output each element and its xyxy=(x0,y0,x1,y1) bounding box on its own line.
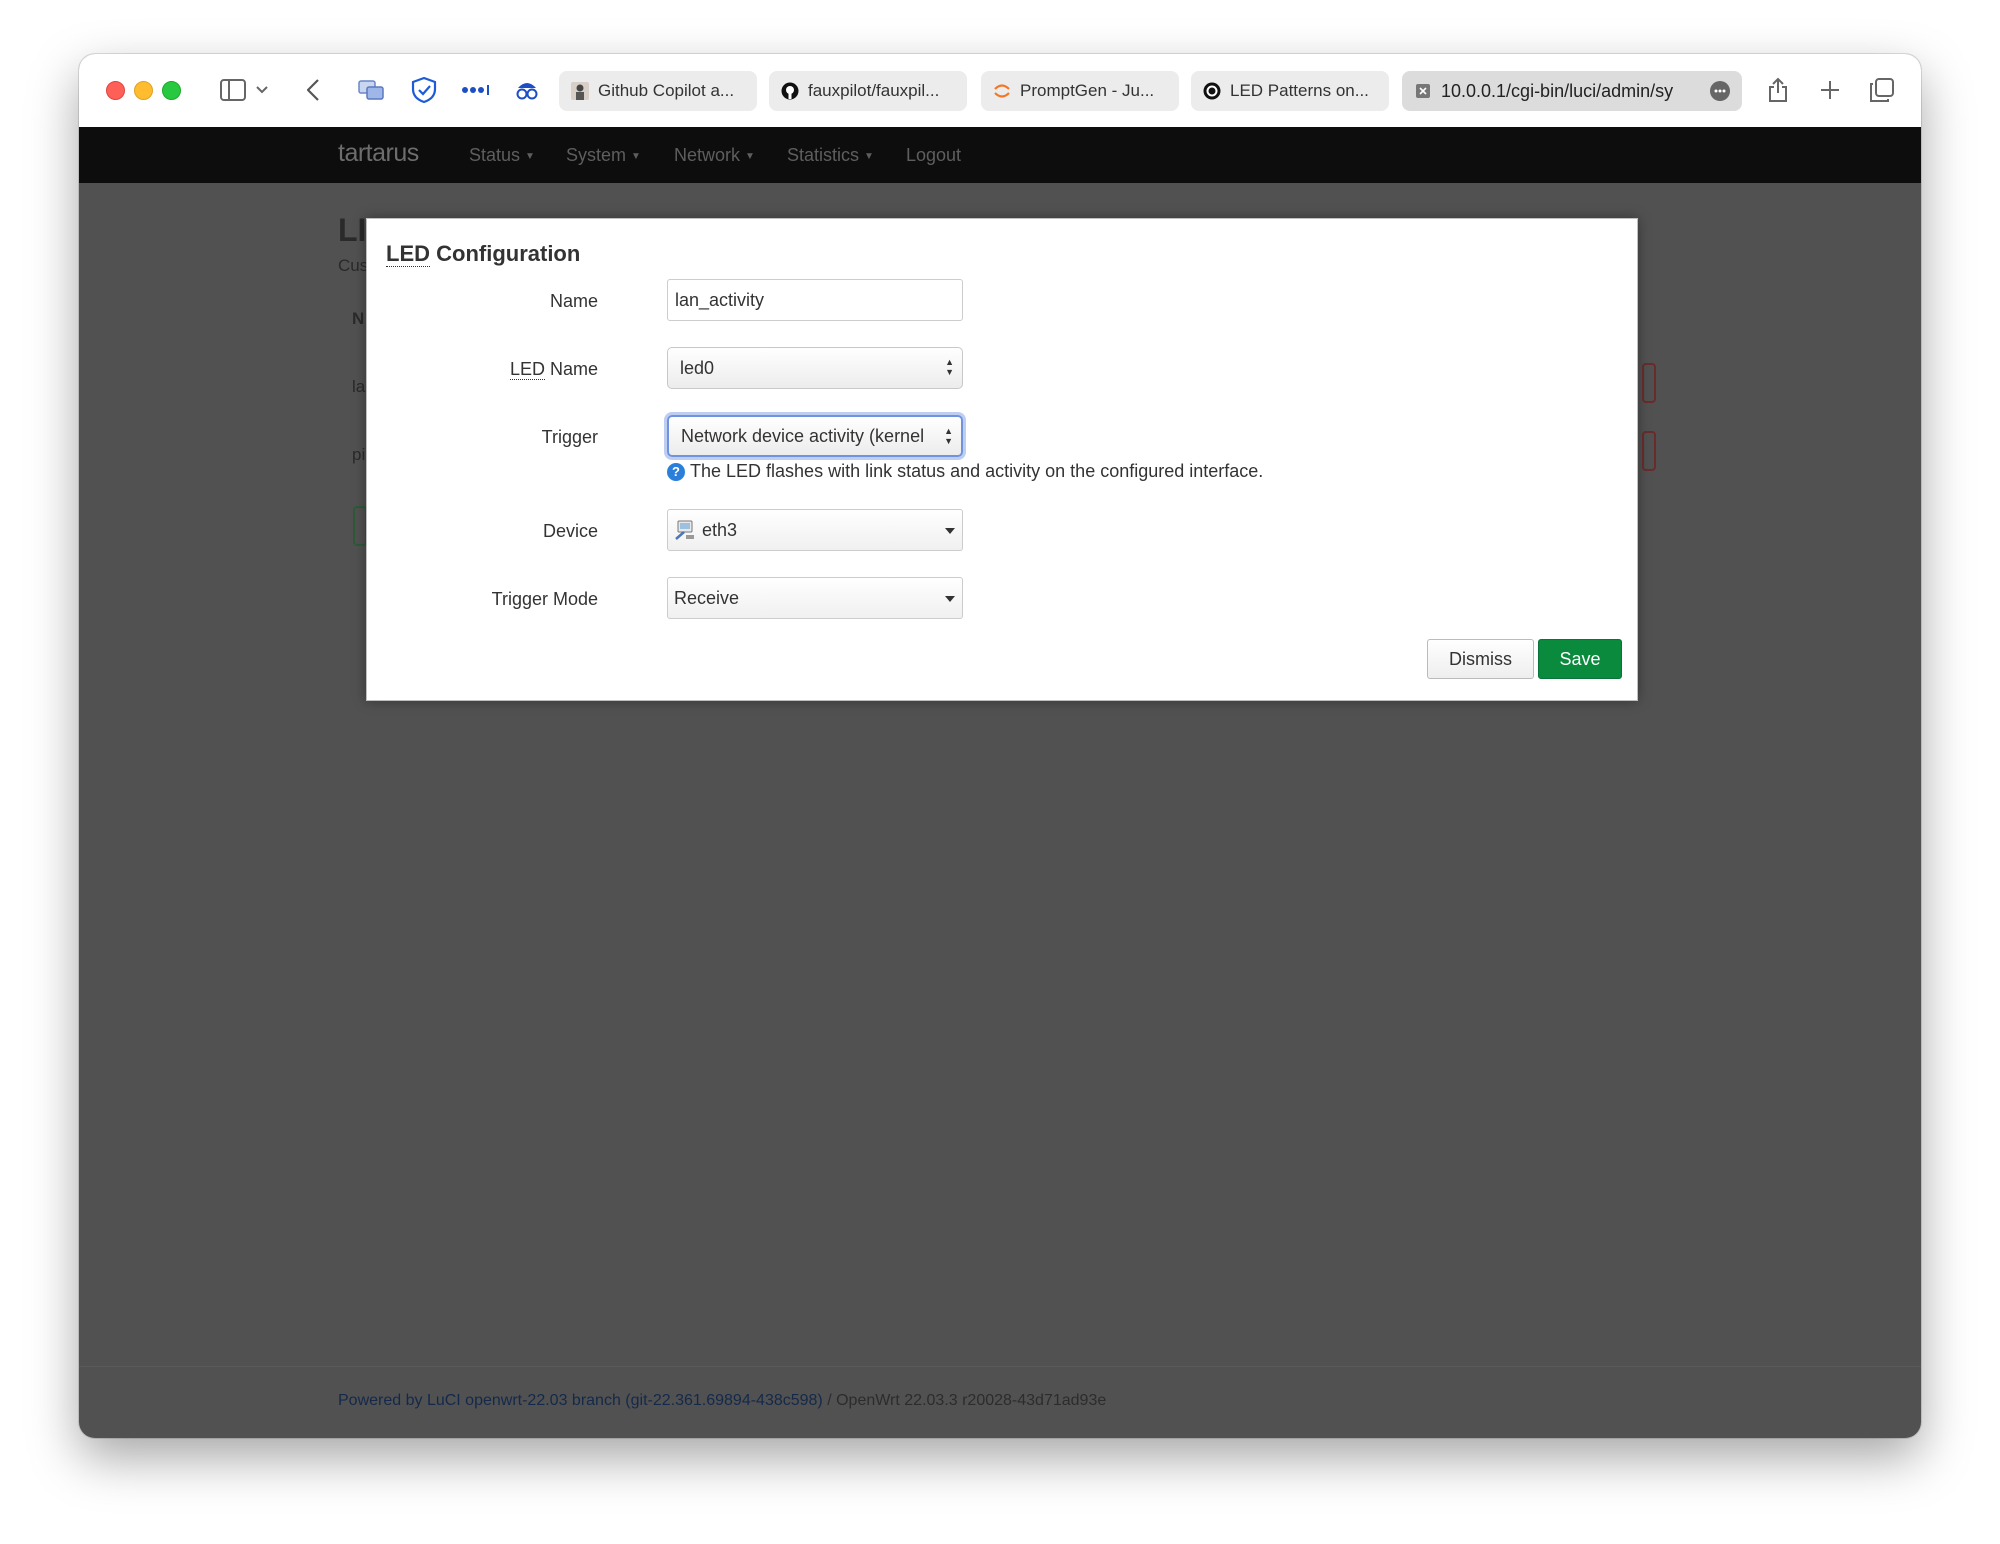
incognito-extension-icon[interactable] xyxy=(511,72,543,108)
github-icon xyxy=(781,82,799,100)
luci-navbar: tartarus Status ▼ System ▼ Network ▼ Statis… xyxy=(79,127,1921,183)
title-text: Configuration xyxy=(430,241,581,266)
tab-fauxpilot[interactable]: fauxpilot/fauxpil... xyxy=(769,71,967,111)
openai-icon xyxy=(1203,82,1221,100)
trigger-mode-label: Trigger Mode xyxy=(491,589,598,609)
caret-down-icon xyxy=(945,528,955,534)
help-text: The LED flashes with link status and act… xyxy=(690,461,1264,481)
browser-toolbar: Github Copilot a... fauxpilot/fauxpil...… xyxy=(79,54,1921,128)
menu-status[interactable]: Status ▼ xyxy=(469,145,535,166)
page-title: LI xyxy=(338,212,367,248)
device-label: Device xyxy=(542,521,598,541)
menu-label: Status xyxy=(469,145,521,165)
caret-down-icon: ▼ xyxy=(631,151,641,162)
name-input[interactable]: lan_activity xyxy=(667,279,963,321)
back-icon[interactable] xyxy=(301,72,325,108)
tab-promptgen[interactable]: PromptGen - Ju... xyxy=(981,71,1179,111)
tab-label: LED Patterns on... xyxy=(1230,81,1369,100)
name-value: lan_activity xyxy=(675,289,765,310)
tab-label: Github Copilot a... xyxy=(598,81,735,100)
more-options-icon[interactable] xyxy=(1710,81,1730,101)
browser-window: Github Copilot a... fauxpilot/fauxpil...… xyxy=(79,54,1921,1438)
caret-down-icon: ▼ xyxy=(864,151,874,162)
trigger-value: Network device activity (kernel xyxy=(681,425,925,446)
modal-title: LED Configuration xyxy=(386,241,580,267)
delete-button[interactable] xyxy=(1642,363,1656,403)
menu-label: System xyxy=(566,145,627,165)
caret-down-icon: ▼ xyxy=(525,151,535,162)
tab-url-label: 10.0.0.1/cgi-bin/luci/admin/sy xyxy=(1441,80,1674,101)
luci-link[interactable]: Powered by LuCI openwrt-22.03 branch (gi… xyxy=(338,1392,823,1409)
chevron-down-icon[interactable] xyxy=(253,72,271,108)
device-dropdown[interactable]: eth3 xyxy=(667,509,963,551)
close-window-button[interactable] xyxy=(106,81,125,100)
tab-overview-icon[interactable] xyxy=(355,72,387,108)
tab-label: PromptGen - Ju... xyxy=(1020,81,1155,100)
tab-led-patterns[interactable]: LED Patterns on... xyxy=(1191,71,1389,111)
table-header: N xyxy=(352,309,365,328)
caret-down-icon: ▼ xyxy=(745,151,755,162)
tab-luci-active[interactable]: 10.0.0.1/cgi-bin/luci/admin/sy xyxy=(1402,71,1742,111)
add-button[interactable] xyxy=(353,506,367,546)
trigger-label: Trigger xyxy=(541,427,598,447)
tab-label: fauxpilot/fauxpil... xyxy=(808,81,940,100)
caret-down-icon xyxy=(945,596,955,602)
jupyter-icon xyxy=(993,82,1011,100)
ethernet-port-icon xyxy=(675,520,694,540)
minimize-window-button[interactable] xyxy=(134,81,153,100)
new-tab-icon[interactable] xyxy=(1816,72,1844,108)
name-label: Name xyxy=(549,291,598,311)
sidebar-icon[interactable] xyxy=(217,72,249,108)
question-icon: ? xyxy=(667,462,685,481)
menu-statistics[interactable]: Statistics ▼ xyxy=(787,145,874,166)
trigger-select[interactable]: Network device activity (kernel ▲ ▼ xyxy=(667,415,963,457)
table-row: pi xyxy=(352,445,366,464)
password-manager-icon[interactable] xyxy=(460,72,492,108)
trigger-mode-value: Receive xyxy=(674,587,740,608)
table-row: la xyxy=(352,377,366,396)
shield-icon[interactable] xyxy=(408,72,440,108)
tab-github-copilot[interactable]: Github Copilot a... xyxy=(559,71,757,111)
openwrt-version: / OpenWrt 22.03.3 r20028-43d71ad93e xyxy=(822,1392,1107,1409)
close-tab-icon[interactable] xyxy=(1414,82,1432,100)
updown-arrows-icon: ▲ ▼ xyxy=(945,357,954,377)
led-name-label: LED Name xyxy=(509,359,598,380)
save-button[interactable]: Save xyxy=(1538,639,1622,679)
label-text: Name xyxy=(544,359,598,379)
avatar-icon xyxy=(571,82,589,100)
menu-network[interactable]: Network ▼ xyxy=(674,145,755,166)
dismiss-button[interactable]: Dismiss xyxy=(1427,639,1534,679)
page-description: Cus xyxy=(338,256,369,275)
menu-logout[interactable]: Logout xyxy=(906,145,961,166)
menu-label: Statistics xyxy=(787,145,860,165)
led-name-select[interactable]: led0 ▲ ▼ xyxy=(667,347,963,389)
led-abbr: LED xyxy=(509,359,545,380)
trigger-mode-dropdown[interactable]: Receive xyxy=(667,577,963,619)
footer: Powered by LuCI openwrt-22.03 branch (gi… xyxy=(338,1392,1106,1410)
tabs-overview-icon[interactable] xyxy=(1868,72,1896,108)
device-value: eth3 xyxy=(702,519,738,540)
led-abbr: LED xyxy=(386,241,430,267)
led-configuration-modal: LED Configuration Name lan_activity LED … xyxy=(366,218,1638,701)
led-name-value: led0 xyxy=(680,357,715,378)
updown-arrows-icon: ▲ ▼ xyxy=(944,426,953,446)
menu-system[interactable]: System ▼ xyxy=(566,145,641,166)
trigger-help: ? The LED flashes with link status and a… xyxy=(667,461,1263,482)
share-icon[interactable] xyxy=(1764,72,1792,108)
menu-label: Network xyxy=(674,145,741,165)
brand-logo[interactable]: tartarus xyxy=(338,139,419,168)
maximize-window-button[interactable] xyxy=(162,81,181,100)
delete-button[interactable] xyxy=(1642,431,1656,471)
